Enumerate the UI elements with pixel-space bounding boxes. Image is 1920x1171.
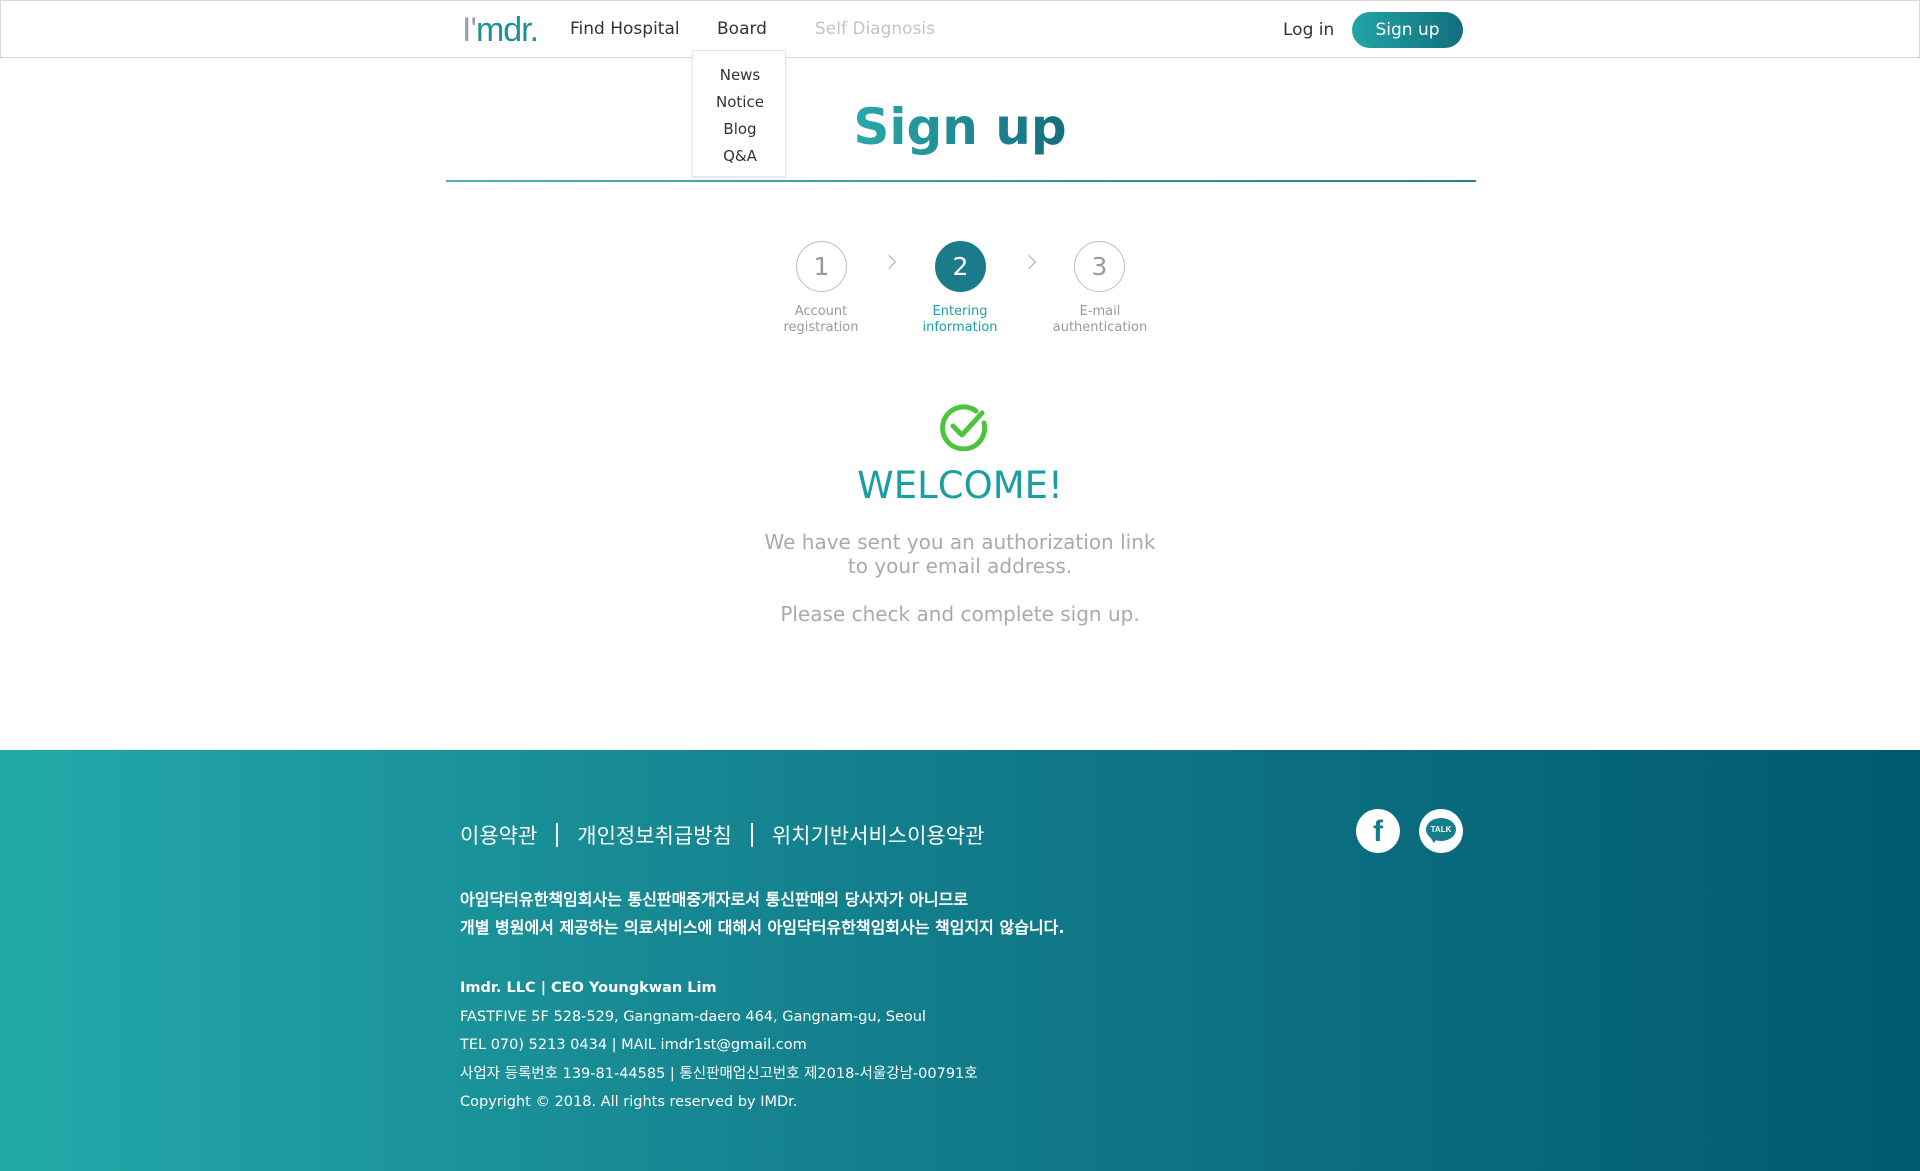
company-info: Imdr. LLC | CEO Youngkwan Lim FASTFIVE 5… bbox=[460, 974, 978, 1117]
chevron-right-icon bbox=[881, 254, 897, 270]
title-divider bbox=[446, 180, 1476, 182]
welcome-heading: WELCOME! bbox=[857, 464, 1063, 507]
kakaotalk-button[interactable]: TALK bbox=[1419, 809, 1463, 853]
signup-button[interactable]: Sign up bbox=[1352, 12, 1463, 48]
footer-links: 이용약관 개인정보취급방침 위치기반서비스이용약관 bbox=[460, 820, 984, 850]
kakaotalk-icon-tail bbox=[1430, 837, 1438, 843]
step-3-circle: 3 bbox=[1074, 241, 1125, 292]
company-name-ceo: Imdr. LLC | CEO Youngkwan Lim bbox=[460, 980, 717, 996]
facebook-button[interactable]: f bbox=[1356, 809, 1400, 853]
login-link[interactable]: Log in bbox=[1283, 20, 1334, 40]
welcome-message-line-1: We have sent you an authorization link bbox=[764, 530, 1156, 554]
location-terms-link[interactable]: 위치기반서비스이용약관 bbox=[772, 824, 985, 848]
footer-link-separator bbox=[750, 823, 753, 847]
page-title: Sign up bbox=[853, 98, 1067, 156]
imdr-logo[interactable]: I'mdr. bbox=[462, 13, 539, 47]
nav-board[interactable]: Board bbox=[717, 19, 767, 39]
footer-disclaimer: 아임닥터유한책임회사는 통신판매중개자로서 통신판매의 당사자가 아니므로 개별… bbox=[460, 890, 1065, 937]
company-contact: TEL 070) 5213 0434 | MAIL imdr1st@gmail.… bbox=[460, 1037, 807, 1053]
step-2-circle: 2 bbox=[935, 241, 986, 292]
welcome-message-line-2: to your email address. bbox=[847, 554, 1073, 578]
step-1-circle: 1 bbox=[796, 241, 847, 292]
chevron-right-icon bbox=[1021, 254, 1037, 270]
menu-item-news[interactable]: News bbox=[693, 66, 787, 84]
privacy-policy-link[interactable]: 개인정보취급방침 bbox=[577, 824, 732, 848]
business-registration: 사업자 등록번호 139-81-44585 | 통신판매업신고번호 제2018-… bbox=[460, 1065, 978, 1082]
footer-link-separator bbox=[556, 823, 559, 847]
copyright: Copyright © 2018. All rights reserved by… bbox=[460, 1094, 798, 1110]
check-circle-icon bbox=[940, 404, 988, 451]
welcome-message-line-3: Please check and complete sign up. bbox=[780, 602, 1140, 626]
nav-find-hospital[interactable]: Find Hospital bbox=[570, 19, 680, 39]
site-footer: 이용약관 개인정보취급방침 위치기반서비스이용약관 f TALK 아임닥터유한책임회… bbox=[0, 750, 1920, 1171]
terms-of-use-link[interactable]: 이용약관 bbox=[460, 824, 537, 848]
top-navigation-bar: I'mdr. Find Hospital Board Self Diagnosi… bbox=[0, 0, 1920, 58]
facebook-icon: f bbox=[1373, 815, 1383, 848]
step-2-label: Entering information bbox=[922, 304, 998, 335]
step-3-label: E-mail authentication bbox=[1052, 304, 1148, 335]
company-address: FASTFIVE 5F 528-529, Gangnam-daero 464, … bbox=[460, 1008, 927, 1025]
nav-self-diagnosis[interactable]: Self Diagnosis bbox=[815, 19, 935, 39]
step-1-label: Account registration bbox=[783, 304, 859, 335]
